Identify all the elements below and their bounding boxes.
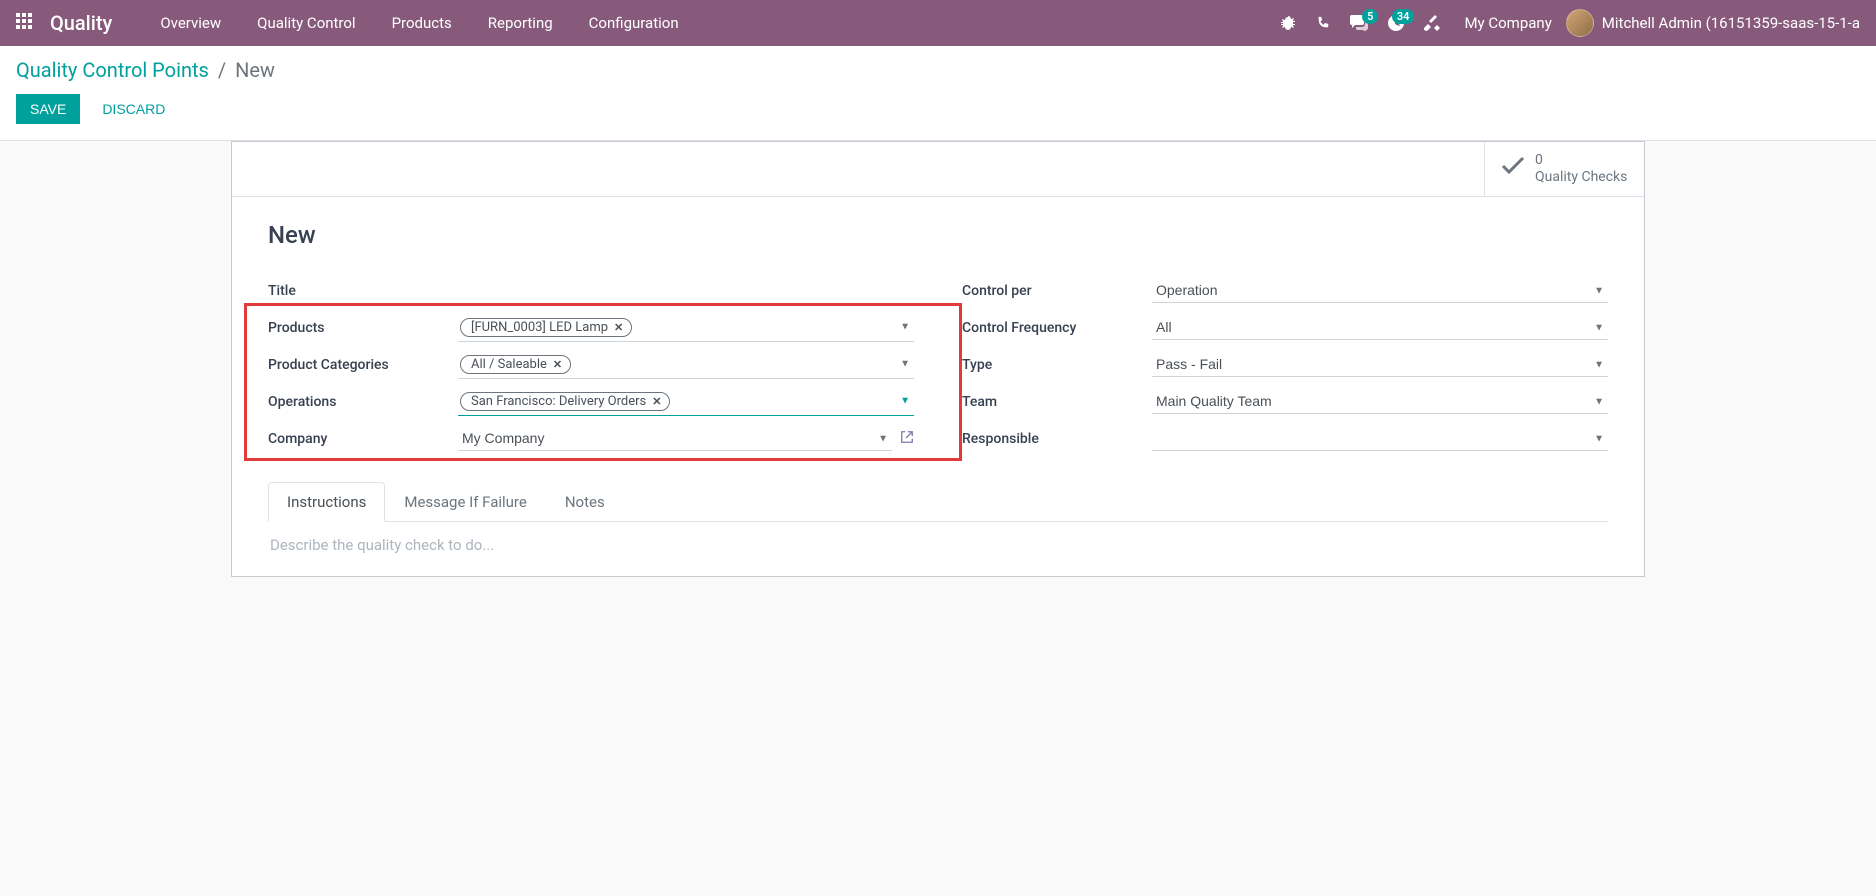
operation-tag[interactable]: San Francisco: Delivery Orders ✕ (460, 392, 670, 411)
tab-content[interactable]: Describe the quality check to do... (268, 522, 1608, 568)
title-label: Title (268, 283, 458, 299)
operations-field[interactable]: San Francisco: Delivery Orders ✕ ▼ (458, 388, 914, 416)
quality-checks-stat-button[interactable]: 0 Quality Checks (1484, 142, 1644, 196)
debug-icon[interactable] (1270, 15, 1306, 31)
product-tag[interactable]: [FURN_0003] LED Lamp ✕ (460, 318, 632, 337)
products-label: Products (268, 320, 458, 336)
close-icon[interactable]: ✕ (553, 358, 562, 371)
company-selector[interactable]: My Company (1450, 14, 1565, 32)
products-field[interactable]: [FURN_0003] LED Lamp ✕ ▼ (458, 314, 914, 342)
main-navbar: Quality Overview Quality Control Product… (0, 0, 1876, 46)
avatar (1566, 9, 1594, 37)
activities-badge: 34 (1392, 9, 1415, 24)
team-label: Team (962, 394, 1152, 410)
control-frequency-label: Control Frequency (962, 320, 1152, 336)
breadcrumb-parent[interactable]: Quality Control Points (16, 58, 209, 82)
product-categories-field[interactable]: All / Saleable ✕ ▼ (458, 351, 914, 379)
menu-configuration[interactable]: Configuration (571, 14, 697, 32)
operations-label: Operations (268, 394, 458, 410)
company-field[interactable] (458, 426, 892, 451)
menu-products[interactable]: Products (374, 14, 470, 32)
app-name[interactable]: Quality (50, 11, 112, 35)
user-name: Mitchell Admin (16151359-saas-15-1-a (1602, 14, 1860, 32)
chevron-down-icon: ▼ (900, 322, 910, 333)
control-panel: Quality Control Points / New Save Discar… (0, 46, 1876, 141)
save-button[interactable]: Save (16, 94, 80, 124)
chevron-down-icon: ▼ (900, 359, 910, 370)
menu-reporting[interactable]: Reporting (470, 14, 571, 32)
close-icon[interactable]: ✕ (652, 395, 661, 408)
form-sheet: 0 Quality Checks New Title Products (231, 141, 1645, 577)
product-categories-label: Product Categories (268, 357, 458, 373)
chevron-down-icon: ▼ (900, 396, 910, 407)
control-frequency-field[interactable] (1152, 315, 1608, 340)
messages-icon[interactable]: 5 (1340, 15, 1378, 31)
responsible-label: Responsible (962, 431, 1152, 447)
discard-button[interactable]: Discard (88, 94, 179, 124)
breadcrumb: Quality Control Points / New (16, 58, 1860, 82)
close-icon[interactable]: ✕ (614, 321, 623, 334)
tab-notes[interactable]: Notes (546, 482, 624, 522)
tabs: Instructions Message If Failure Notes (268, 482, 1608, 522)
menu-overview[interactable]: Overview (142, 14, 239, 32)
messages-badge: 5 (1362, 9, 1378, 24)
tab-message-if-failure[interactable]: Message If Failure (385, 482, 545, 522)
control-per-label: Control per (962, 283, 1152, 299)
check-icon (1501, 156, 1525, 182)
breadcrumb-current: New (235, 58, 275, 82)
activities-icon[interactable]: 34 (1378, 15, 1414, 31)
stat-count: 0 (1535, 152, 1627, 169)
type-label: Type (962, 357, 1152, 373)
apps-icon[interactable] (16, 13, 36, 33)
team-field[interactable] (1152, 389, 1608, 414)
page-title: New (268, 221, 1608, 249)
type-field[interactable] (1152, 352, 1608, 377)
company-label: Company (268, 431, 458, 447)
user-menu[interactable]: Mitchell Admin (16151359-saas-15-1-a (1566, 9, 1860, 37)
stat-label: Quality Checks (1535, 169, 1627, 186)
phone-icon[interactable] (1306, 16, 1340, 30)
category-tag[interactable]: All / Saleable ✕ (460, 355, 571, 374)
menu-quality-control[interactable]: Quality Control (239, 14, 373, 32)
external-link-icon[interactable] (900, 430, 914, 448)
responsible-field[interactable] (1152, 426, 1608, 451)
instructions-placeholder: Describe the quality check to do... (270, 536, 1606, 554)
tools-icon[interactable] (1414, 15, 1450, 31)
control-per-field[interactable] (1152, 278, 1608, 303)
tab-instructions[interactable]: Instructions (268, 482, 385, 522)
